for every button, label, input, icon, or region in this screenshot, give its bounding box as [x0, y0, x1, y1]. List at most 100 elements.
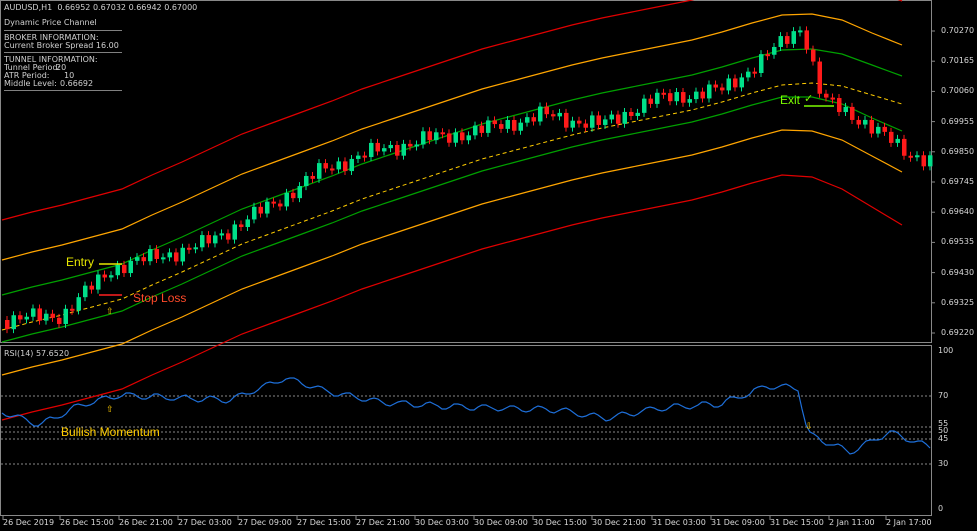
candle-body: [245, 219, 250, 228]
candle-body: [570, 120, 575, 128]
symbol-header: AUDUSD,H1 0.66952 0.67032 0.66942 0.6700…: [4, 3, 198, 12]
time-axis-label: 2 Jan 17:00: [886, 518, 932, 527]
candle-body: [876, 126, 881, 134]
candle-body: [102, 274, 107, 278]
candle-body: [70, 308, 75, 311]
candle-body: [63, 308, 68, 324]
candle-body: [655, 92, 660, 104]
candle-body: [557, 112, 562, 117]
time-axis-label: 30 Dec 21:00: [592, 518, 646, 527]
time-axis-label: 30 Dec 03:00: [415, 518, 469, 527]
candle-body: [141, 257, 146, 262]
candle-body: [252, 206, 257, 220]
time-axis-label: 27 Dec 03:00: [178, 518, 232, 527]
candle-body: [811, 49, 816, 62]
candle-body: [791, 31, 796, 44]
up-arrow-icon: ⇧: [106, 306, 114, 316]
price-axis-label: 0.69850: [941, 146, 975, 156]
divider: [4, 30, 122, 31]
candle-body: [219, 233, 224, 236]
candle-body: [24, 316, 29, 320]
time-axis-label: 31 Dec 09:00: [711, 518, 765, 527]
candle-body: [830, 97, 835, 100]
candle-body: [18, 315, 23, 320]
candle-body: [388, 144, 393, 149]
candle-body: [265, 201, 270, 214]
candle-body: [11, 315, 16, 330]
candle-body: [174, 252, 179, 262]
candle-body: [44, 313, 49, 321]
divider: [4, 90, 122, 91]
price-axis-label: 0.69535: [941, 237, 975, 247]
candle-body: [700, 91, 705, 99]
candle-body: [622, 111, 627, 124]
candle-body: [596, 115, 601, 125]
candle-body: [193, 247, 198, 250]
rsi-label: RSI(14) 57.6520: [4, 349, 70, 358]
rsi-axis-label: 100: [938, 346, 954, 355]
candle-body: [882, 126, 887, 132]
candle-body: [310, 175, 315, 179]
candle-body: [928, 155, 933, 167]
candle-body: [96, 274, 101, 290]
trading-chart[interactable]: [0, 0, 977, 531]
time-axis-label: 27 Dec 21:00: [356, 518, 410, 527]
candle-body: [785, 36, 790, 44]
candle-body: [902, 138, 907, 156]
candle-body: [128, 260, 133, 274]
candle-body: [629, 111, 634, 116]
candle-body: [479, 125, 484, 133]
candle-body: [726, 78, 731, 91]
middle-level-value: 0.66692: [60, 79, 94, 88]
candle-body: [258, 206, 263, 214]
candle-body: [284, 192, 289, 207]
candle-body: [759, 54, 764, 74]
rsi-axis-label: 45: [938, 434, 949, 443]
rsi-axis-label: 70: [938, 391, 949, 400]
candle-body: [31, 308, 36, 317]
candle-body: [499, 124, 504, 129]
candle-body: [382, 148, 387, 152]
candle-body: [713, 84, 718, 88]
candle-body: [564, 112, 569, 128]
candle-body: [544, 106, 549, 115]
candle-body: [232, 224, 237, 240]
price-axis-label: 0.69640: [941, 207, 975, 217]
candle-body: [109, 275, 114, 278]
candle-body: [434, 132, 439, 141]
candle-body: [408, 143, 413, 147]
exit-check-icon: ✓: [804, 93, 814, 105]
candle-body: [739, 77, 744, 88]
candle-body: [681, 92, 686, 103]
candle-body: [375, 142, 380, 152]
candle-body: [37, 308, 42, 321]
candle-body: [733, 78, 738, 88]
candle-body: [590, 115, 595, 128]
broker-spread: Current Broker Spread 16.00: [4, 41, 119, 50]
candle-body: [908, 155, 913, 158]
candle-body: [635, 112, 640, 116]
candle-body: [460, 132, 465, 141]
candle-body: [89, 285, 94, 290]
candle-body: [850, 106, 855, 120]
candle-body: [895, 138, 900, 143]
candle-body: [687, 99, 692, 103]
candle-body: [161, 257, 166, 260]
candle-body: [50, 313, 55, 318]
time-axis-label: 31 Dec 15:00: [770, 518, 824, 527]
candle-body: [83, 285, 88, 298]
price-axis-label: 0.69220: [941, 328, 975, 337]
price-axis-label: 0.70060: [941, 86, 975, 96]
candle-body: [752, 71, 757, 74]
candle-body: [206, 235, 211, 244]
candle-body: [642, 98, 647, 113]
candle-body: [187, 247, 192, 250]
candle-body: [804, 30, 809, 50]
candle-body: [336, 161, 341, 170]
price-axis-label: 0.69745: [941, 177, 975, 186]
candle-body: [330, 168, 335, 171]
candle-body: [323, 163, 328, 169]
rsi-axis-label: 0: [938, 504, 944, 513]
exit-label: Exit: [780, 93, 801, 107]
candle-body: [674, 92, 679, 102]
